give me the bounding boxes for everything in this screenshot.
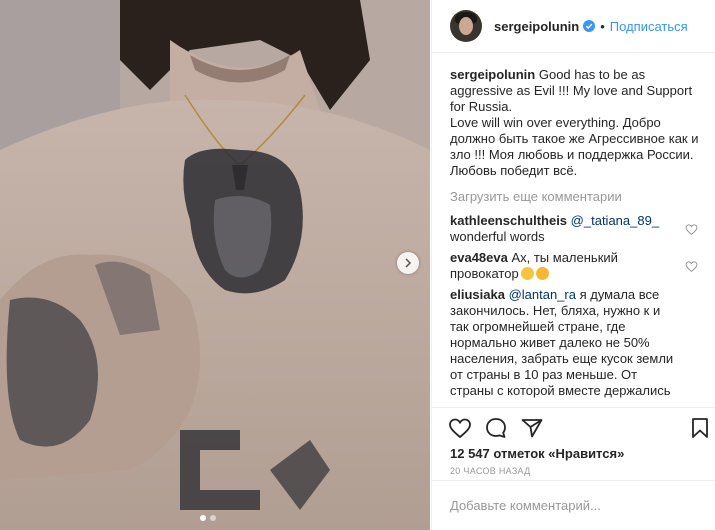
comment-item: eliusiaka @lantan_ra я думала все законч… [450, 287, 700, 399]
comment-text: так огромнейшей стране, где [450, 319, 626, 334]
post-timestamp[interactable]: 20 ЧАСОВ НАЗАД [450, 466, 531, 476]
photo-illustration [0, 0, 430, 530]
comment-input[interactable] [450, 498, 690, 513]
smiling-emoji-icon [535, 267, 549, 280]
likes-count[interactable]: 12 547 отметок «Нравится» [450, 446, 624, 461]
heart-icon[interactable] [448, 416, 472, 440]
comment-mention[interactable]: @lantan_ra [509, 287, 576, 302]
next-photo-button[interactable] [397, 252, 419, 274]
comment-text: Ах, ты маленький [507, 250, 618, 265]
header-separator: • [600, 18, 605, 34]
comment-item: kathleenschultheis @_tatiana_89_ wonderf… [450, 213, 700, 245]
comment-item: eva48eva Ах, ты маленький провокатор [450, 250, 700, 282]
share-icon[interactable] [520, 416, 544, 440]
comment-username[interactable]: kathleenschultheis [450, 213, 567, 228]
comment-text: закончилось. Нет, бляха, нужно к и [450, 303, 661, 318]
comments-list[interactable]: sergeipolunin Good has to be as aggressi… [450, 67, 700, 407]
comment-text: wonderful words [450, 229, 545, 244]
avatar[interactable] [450, 10, 482, 42]
caption: sergeipolunin Good has to be as aggressi… [450, 67, 700, 179]
heart-icon[interactable] [685, 223, 698, 236]
header-username[interactable]: sergeipolunin [494, 19, 579, 34]
verified-badge-icon [583, 20, 596, 32]
comment-text: населения, забрать еще кусок земли [450, 351, 674, 366]
load-more-comments[interactable]: Загрузить еще комментарии [450, 189, 700, 205]
follow-button[interactable]: Подписаться [610, 19, 688, 34]
heart-icon[interactable] [685, 260, 698, 273]
comment-username[interactable]: eva48eva [450, 250, 508, 265]
add-comment-bar [432, 480, 715, 530]
comment-text: страны с которой вместе держались [450, 383, 671, 398]
post-header: sergeipolunin • Подписаться [432, 0, 715, 53]
carousel-dot [210, 515, 216, 521]
comment-text: я думала все [575, 287, 660, 302]
comment-text: от страны в 10 раз меньше. От [450, 367, 638, 382]
carousel-dot-active [200, 515, 206, 521]
caption-line: должно быть такое же Агрессивное как и [450, 131, 699, 146]
caption-line: aggressive as Evil !!! My love and Suppo… [450, 83, 693, 98]
post-sidebar: sergeipolunin • Подписаться sergeipoluni… [431, 0, 715, 530]
grinning-emoji-icon [520, 267, 534, 280]
caption-username[interactable]: sergeipolunin [450, 67, 535, 82]
caption-line: зло !!! Моя любовь и поддержка России. [450, 147, 694, 162]
comment-username[interactable]: eliusiaka [450, 287, 505, 302]
caption-line: Love will win over everything. Добро [450, 115, 661, 130]
comment-mention[interactable]: @_tatiana_89_ [571, 213, 659, 228]
carousel-dots [200, 515, 216, 521]
comment-text: нормально живет далеко не 50% [450, 335, 650, 350]
bookmark-icon[interactable] [688, 416, 712, 440]
next-arrow-icon [405, 258, 412, 268]
action-bar [432, 407, 715, 443]
caption-line: Good has to be as [535, 67, 646, 82]
comment-text: провокатор [450, 266, 519, 281]
caption-line: for Russia. [450, 99, 513, 114]
caption-line: Любовь победит всё. [450, 163, 578, 178]
post-photo[interactable] [0, 0, 430, 530]
comment-icon[interactable] [484, 416, 508, 440]
